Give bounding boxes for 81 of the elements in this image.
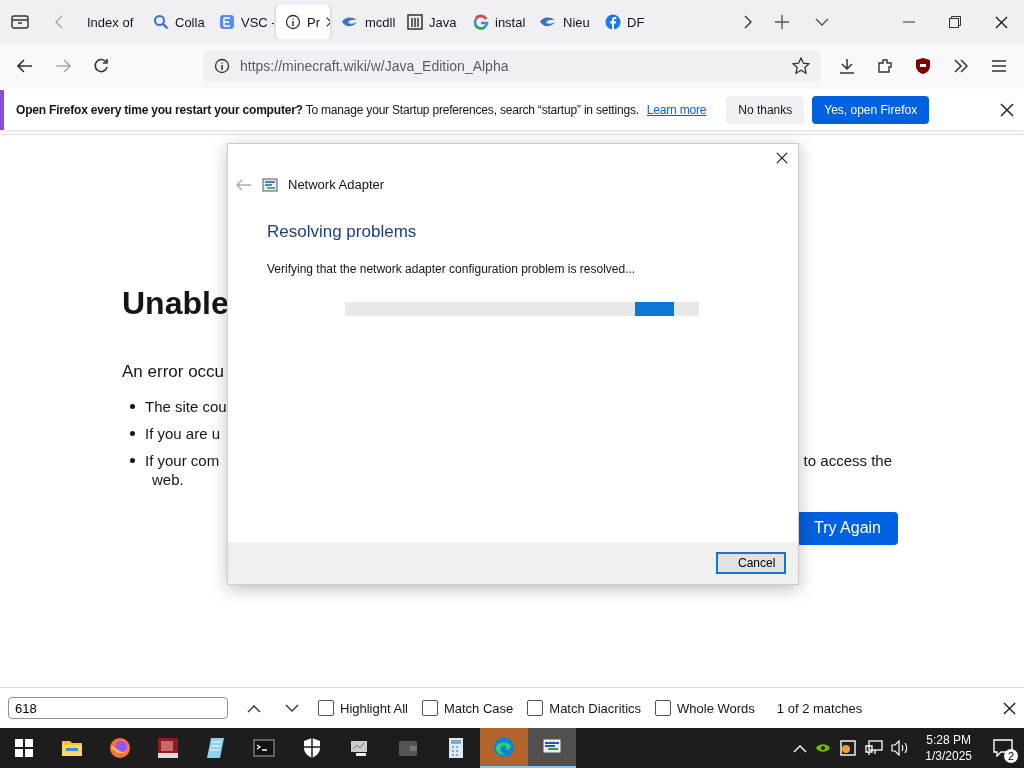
error-title: Unable — [122, 285, 229, 322]
bookmark-star-icon[interactable] — [792, 57, 810, 75]
chevron-right-icon[interactable] — [743, 15, 753, 29]
error-message: An error occu — [122, 362, 225, 382]
chevron-down-icon[interactable] — [285, 703, 299, 713]
url-text: https://minecraft.wiki/w/Java_Edition_Alpha — [240, 58, 510, 74]
shield-icon[interactable] — [915, 57, 931, 75]
pillars-icon — [407, 14, 423, 30]
option-label: Match Diacritics — [549, 700, 642, 716]
puzzle-piece-icon[interactable] — [877, 58, 893, 74]
volume-icon[interactable] — [891, 740, 910, 756]
notification-count: 2 — [1004, 749, 1018, 763]
dialog-heading: Resolving problems — [267, 222, 418, 242]
browser-tab[interactable]: Nieu — [530, 5, 594, 39]
bullet-text: web. — [152, 471, 184, 488]
browser-tab[interactable]: Index of — [78, 5, 142, 39]
browser-tab[interactable]: Colla — [144, 5, 208, 39]
checkbox[interactable] — [318, 700, 334, 716]
bullet-text: If your com — [145, 452, 220, 469]
bullet-text: If you are u — [145, 425, 221, 442]
browser-tab[interactable]: DF — [596, 5, 660, 39]
close-icon[interactable] — [1000, 103, 1014, 117]
close-icon[interactable] — [776, 152, 788, 164]
plus-icon[interactable] — [775, 15, 789, 29]
bullet-icon — [130, 431, 135, 436]
notification-center-button[interactable]: 2 — [988, 733, 1018, 763]
checkbox[interactable] — [527, 700, 544, 716]
bullet-icon — [130, 458, 135, 463]
close-icon[interactable] — [1003, 701, 1016, 715]
swirl-icon — [539, 15, 557, 29]
close-icon[interactable] — [994, 15, 1008, 29]
try-again-button[interactable]: Try Again — [797, 512, 898, 545]
clock-time[interactable]: 5:28 PM — [926, 732, 971, 748]
swirl-icon — [341, 15, 359, 29]
firefox-icon — [108, 736, 132, 760]
search-icon — [153, 14, 169, 30]
eye-icon[interactable] — [815, 742, 832, 754]
info-icon — [214, 58, 230, 74]
notification-text: Open Firefox every time you restart your computer? To manage your Startup preferences, search “startup” in settings. — [16, 103, 639, 117]
tab-list-icon[interactable] — [11, 14, 29, 30]
bullet-text: to access the — [803, 452, 892, 469]
match-count: 1 of 2 matches — [776, 700, 864, 716]
network-icon[interactable] — [865, 740, 884, 756]
terminal-icon — [252, 736, 276, 760]
status-message: Verifying that the network adapter configuration problem is resolved... — [267, 262, 637, 276]
learn-more-link[interactable]: Learn more — [646, 103, 707, 117]
book-cover-icon — [156, 736, 180, 760]
checkbox[interactable] — [421, 700, 438, 716]
bullet-icon — [130, 404, 135, 409]
taskbar-app[interactable] — [528, 728, 576, 768]
option-label: Whole Words — [677, 700, 755, 716]
open-firefox-button[interactable]: Yes, open Firefox — [812, 96, 930, 124]
square-icon — [219, 14, 235, 30]
back-arrow-icon[interactable] — [17, 59, 33, 73]
chevron-down-icon[interactable] — [815, 17, 829, 27]
browser-tab[interactable]: instal — [464, 5, 528, 39]
browser-tab[interactable]: Pr — [276, 5, 330, 39]
restore-icon[interactable] — [949, 16, 961, 28]
reload-icon[interactable] — [93, 58, 109, 74]
browser-tab[interactable]: mcdll — [332, 5, 396, 39]
find-field[interactable]: 618 — [8, 697, 228, 719]
checkbox[interactable] — [655, 700, 672, 716]
clock-date[interactable]: 1/3/2025 — [925, 748, 972, 764]
chevron-up-icon[interactable] — [247, 703, 261, 713]
dismiss-button[interactable]: No thanks — [726, 96, 805, 124]
info-icon — [285, 14, 301, 30]
edge-icon — [492, 735, 516, 759]
g-logo-icon — [473, 14, 489, 30]
dialog-title: Network Adapter — [288, 177, 385, 192]
download-icon[interactable] — [839, 58, 855, 74]
network-adapter-icon — [262, 177, 278, 192]
facebook-icon — [605, 14, 621, 30]
double-chevron-icon[interactable] — [953, 59, 969, 73]
bullet-text: The site cou — [145, 398, 227, 415]
option-label: Match Case — [443, 700, 514, 716]
option-label: Highlight All — [340, 700, 408, 716]
browser-tab[interactable]: Java — [398, 5, 462, 39]
windows-start-icon[interactable] — [15, 739, 33, 757]
address-bar[interactable]: https://minecraft.wiki/w/Java_Edition_Alpha — [204, 50, 820, 82]
cancel-button[interactable]: Cancel — [716, 552, 786, 574]
menu-icon[interactable] — [991, 59, 1007, 73]
